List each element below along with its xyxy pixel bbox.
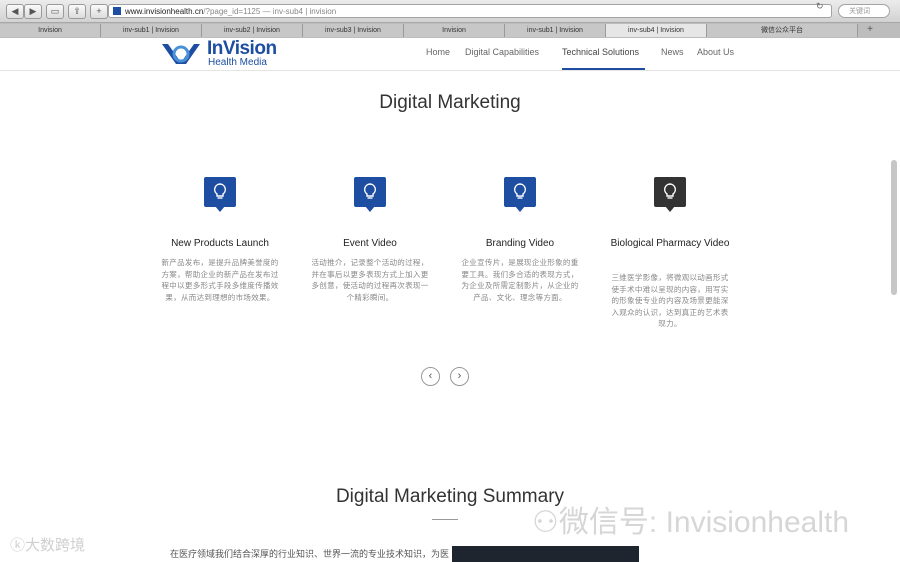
lightbulb-icon bbox=[504, 177, 536, 212]
card-description: 企业宣传片，是展现企业形象的重要工具。我们多合适的表现方式，为企业及所需定制影片… bbox=[461, 258, 579, 302]
card-title: Biological Pharmacy Video bbox=[610, 238, 730, 249]
tab-bar: Invision inv-sub1 | Invision inv-sub2 | … bbox=[0, 23, 900, 39]
reload-icon[interactable]: ↻ bbox=[816, 1, 824, 12]
sidebar-icon[interactable]: ▭ bbox=[46, 4, 64, 19]
summary-body-text: 在医疗领域我们结合深厚的行业知识、世界一流的专业技术知识，为医 bbox=[170, 549, 450, 559]
back-button[interactable]: ◀ bbox=[6, 4, 24, 19]
site-favicon-icon bbox=[113, 7, 121, 15]
browser-tab[interactable]: inv-sub1 | Invision bbox=[505, 24, 606, 37]
carousel-prev-button[interactable]: ‹ bbox=[421, 367, 440, 386]
browser-tab[interactable]: inv-sub2 | Invision bbox=[202, 24, 303, 37]
browser-tab[interactable]: inv-sub3 | Invision bbox=[303, 24, 404, 37]
browser-tab[interactable]: Invision bbox=[0, 24, 101, 37]
section-title: Digital Marketing bbox=[379, 92, 521, 113]
nav-about-us[interactable]: About Us bbox=[697, 47, 734, 57]
active-nav-indicator bbox=[562, 68, 645, 70]
url-host: www.invisionhealth.cn bbox=[125, 7, 204, 16]
browser-tab[interactable]: Invision bbox=[404, 24, 505, 37]
card-title: Event Video bbox=[343, 238, 397, 249]
page-scrollbar[interactable] bbox=[891, 160, 897, 295]
card-title: Branding Video bbox=[485, 238, 555, 249]
nav-digital-capabilities[interactable]: Digital Capabilities bbox=[465, 47, 539, 57]
watermark-logo-icon: ⓚ bbox=[10, 537, 26, 554]
card-title: New Products Launch bbox=[171, 238, 269, 249]
nav-home[interactable]: Home bbox=[426, 47, 450, 57]
summary-divider bbox=[432, 519, 458, 520]
browser-tab-active[interactable]: inv-sub4 | Invision bbox=[606, 24, 707, 37]
browser-toolbar: ◀ ▶ ▭ ⇪ + www.invisionhealth.cn/?page_id… bbox=[0, 0, 900, 23]
new-tab-button[interactable]: + bbox=[862, 24, 878, 36]
card-description: 活动推介，记录整个活动的过程，并在事后以更多表现方式上加入更多创意，使活动的过程… bbox=[311, 258, 429, 302]
share-icon[interactable]: ⇪ bbox=[68, 4, 86, 19]
browser-tab[interactable]: inv-sub1 | Invision bbox=[101, 24, 202, 37]
invision-logo-icon[interactable] bbox=[160, 40, 202, 68]
lightbulb-icon bbox=[204, 177, 236, 212]
search-field[interactable]: 关键词 bbox=[838, 4, 890, 18]
nav-technical-solutions[interactable]: Technical Solutions bbox=[562, 47, 639, 57]
carousel-next-button[interactable]: › bbox=[450, 367, 469, 386]
watermark-right: ⚇ 微信号: Invisionhealth bbox=[532, 506, 850, 539]
wechat-icon: ⚇ bbox=[532, 506, 559, 539]
nav-news[interactable]: News bbox=[661, 47, 684, 57]
browser-tab[interactable]: 微信公众平台 bbox=[707, 24, 858, 37]
card-description: 新产品发布，是提升品牌美誉度的方案，帮助企业的新产品在发布过程中以更多形式手段多… bbox=[161, 258, 279, 302]
address-bar[interactable]: www.invisionhealth.cn/?page_id=1125 — in… bbox=[108, 4, 832, 18]
card-description: 三维医学影像，将微观以动画形式使手术中难以呈现的内容，用写实的形象使专业的内容及… bbox=[611, 273, 729, 328]
logo-subtext: Health Media bbox=[208, 57, 267, 68]
site-header: InVision Health Media Home Digital Capab… bbox=[0, 38, 900, 71]
lightbulb-icon bbox=[354, 177, 386, 212]
watermark-left: ⓚ 大数跨境 bbox=[10, 534, 85, 555]
lightbulb-icon bbox=[654, 177, 686, 212]
add-bookmark-button[interactable]: + bbox=[90, 4, 108, 19]
url-path: /?page_id=1125 — inv-sub4 | invision bbox=[203, 7, 337, 16]
forward-button[interactable]: ▶ bbox=[24, 4, 42, 19]
summary-image bbox=[452, 546, 639, 562]
logo-text[interactable]: InVision bbox=[207, 39, 277, 58]
